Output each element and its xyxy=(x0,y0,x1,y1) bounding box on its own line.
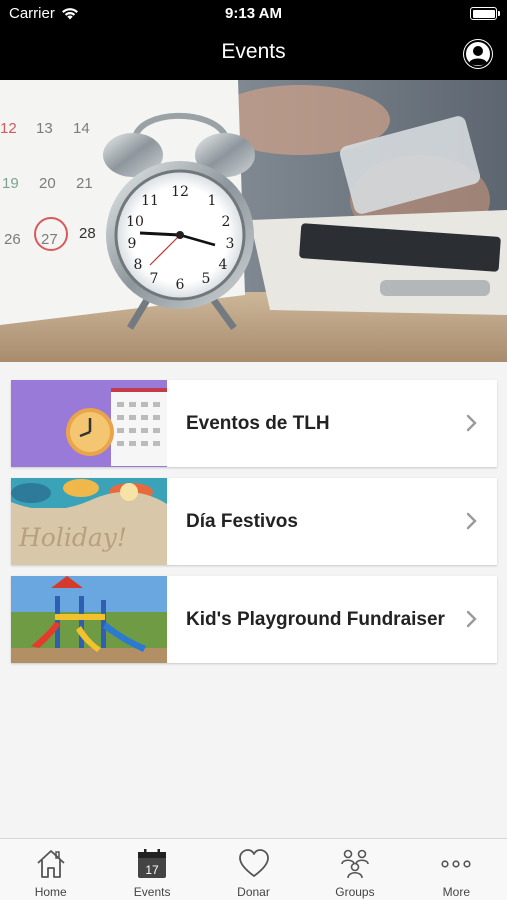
svg-text:1: 1 xyxy=(208,193,217,209)
svg-text:7: 7 xyxy=(150,271,159,287)
page-title: Events xyxy=(221,40,286,63)
svg-text:10: 10 xyxy=(126,214,144,230)
event-item-kids-playground-fundraiser[interactable]: Kid's Playground Fundraiser xyxy=(11,576,497,663)
calendar-day-text: 27 xyxy=(41,231,58,248)
event-thumbnail-playground xyxy=(11,576,167,663)
tab-label: Donar xyxy=(237,885,270,899)
svg-text:2: 2 xyxy=(222,214,231,230)
tab-events[interactable]: 17 Events xyxy=(101,839,202,900)
hero-image: 12 13 14 19 20 21 26 27 28 12 1 2 345 678 … xyxy=(0,80,507,362)
calendar-day-text: 14 xyxy=(73,120,90,137)
calendar-day-text: 28 xyxy=(79,225,96,242)
profile-button[interactable] xyxy=(463,39,493,69)
event-title: Eventos de TLH xyxy=(186,412,330,434)
tab-groups[interactable]: Groups xyxy=(304,839,405,900)
tab-label: Events xyxy=(133,885,171,899)
event-item-eventos-de-tlh[interactable]: Eventos de TLH xyxy=(11,380,497,467)
calendar-day-text: 13 xyxy=(36,120,53,137)
svg-text:11: 11 xyxy=(141,193,159,209)
tab-home[interactable]: Home xyxy=(0,839,101,900)
event-thumbnail-calendar-clock xyxy=(11,380,167,467)
svg-text:4: 4 xyxy=(219,257,228,273)
tab-more[interactable]: More xyxy=(406,839,507,900)
tab-label: More xyxy=(442,885,470,899)
battery-icon xyxy=(470,7,500,20)
calendar-badge: 17 xyxy=(145,863,159,877)
calendar-day-text: 20 xyxy=(39,175,56,192)
calendar-day-text: 19 xyxy=(2,175,19,192)
svg-text:12: 12 xyxy=(171,184,189,200)
holiday-sand-text: Holiday! xyxy=(18,523,127,552)
event-item-dia-festivos[interactable]: Holiday! Día Festivos xyxy=(11,478,497,565)
calendar-icon: 17 xyxy=(138,849,167,878)
svg-text:6: 6 xyxy=(176,277,185,293)
home-icon xyxy=(37,850,65,878)
tab-donar[interactable]: Donar xyxy=(203,839,304,900)
calendar-day-text: 12 xyxy=(0,120,17,137)
navigation-bar: Events xyxy=(0,28,507,80)
svg-text:8: 8 xyxy=(134,257,143,273)
hero-illustration: 12 13 14 19 20 21 26 27 28 1212 345 678 … xyxy=(0,80,507,362)
tab-label: Home xyxy=(34,885,67,899)
event-list: Eventos de TLH Holiday! Día Festivos Kid… xyxy=(11,380,497,674)
svg-text:3: 3 xyxy=(226,236,235,252)
svg-text:9: 9 xyxy=(128,236,137,252)
svg-text:5: 5 xyxy=(202,271,211,287)
heart-icon xyxy=(238,849,269,877)
chevron-right-icon xyxy=(466,414,477,432)
chevron-right-icon xyxy=(466,512,477,530)
tab-label: Groups xyxy=(335,885,375,899)
groups-icon xyxy=(341,849,369,879)
calendar-day-text: 21 xyxy=(76,175,93,192)
status-time: 9:13 AM xyxy=(225,5,282,22)
event-thumbnail-holiday-sand: Holiday! xyxy=(11,478,167,565)
more-icon xyxy=(441,860,471,868)
chevron-right-icon xyxy=(466,610,477,628)
tab-bar: Home 17 Events Donar Groups More xyxy=(0,838,507,900)
event-title: Kid's Playground Fundraiser xyxy=(186,608,445,630)
calendar-day-text: 26 xyxy=(4,231,21,248)
event-title: Día Festivos xyxy=(186,510,298,532)
status-bar: Carrier 9:13 AM xyxy=(0,0,507,28)
profile-icon xyxy=(464,40,492,68)
